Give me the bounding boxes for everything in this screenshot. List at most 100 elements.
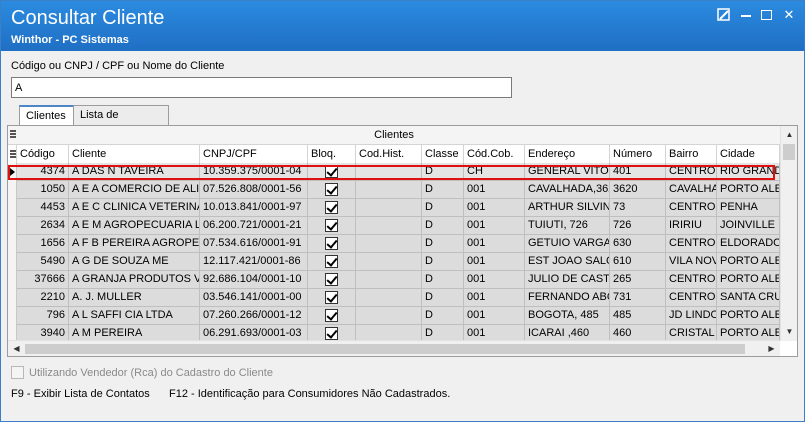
cell-bloq[interactable] [308,253,356,271]
cell-cidade[interactable]: PORTO ALEGRE [717,181,780,199]
cell-bairro[interactable]: CENTRO [666,163,717,181]
cell-cliente[interactable]: A. J. MULLER [69,289,200,307]
cell-bairro[interactable]: CENTRO [666,235,717,253]
cell-classe[interactable]: D [422,235,464,253]
scroll-down-icon[interactable]: ▼ [781,325,798,339]
cell-numero[interactable]: 610 [610,253,666,271]
edit-icon[interactable] [717,8,731,22]
cell-classe[interactable]: D [422,163,464,181]
cell-cliente[interactable]: A DAS N TAVEIRA [69,163,200,181]
cell-endereco[interactable]: ARTHUR SILVINO [525,199,610,217]
header-cod-cob[interactable]: Cód.Cob. [464,145,525,163]
cell-bairro[interactable]: CENTRO [666,199,717,217]
cell-bairro[interactable]: CENTRO [666,289,717,307]
cell-cod-cob[interactable]: 001 [464,199,525,217]
cell-numero[interactable]: 73 [610,199,666,217]
cell-cod-cob[interactable]: 001 [464,181,525,199]
cell-cod-hist[interactable] [356,217,422,235]
bloq-checkbox[interactable] [325,219,338,232]
cell-numero[interactable]: 401 [610,163,666,181]
cell-cod-cob[interactable]: 001 [464,235,525,253]
cell-cod-cob[interactable]: 001 [464,271,525,289]
cell-classe[interactable]: D [422,271,464,289]
cell-codigo[interactable]: 5490 [17,253,69,271]
cell-cliente[interactable]: A F B PEREIRA AGROPECUARIA [69,235,200,253]
cell-numero[interactable]: 630 [610,235,666,253]
bloq-checkbox[interactable] [325,291,338,304]
cell-bloq[interactable] [308,181,356,199]
cell-cliente[interactable]: A E M AGROPECUARIA LTDA [69,217,200,235]
cell-cidade[interactable]: ELDORADO DO SUL [717,235,780,253]
cell-cidade[interactable]: PORTO ALEGRE [717,307,780,325]
bloq-checkbox[interactable] [325,165,338,178]
cell-bairro[interactable]: IRIRIU [666,217,717,235]
cell-cidade[interactable]: JOINVILLE [717,217,780,235]
bloq-checkbox[interactable] [325,183,338,196]
header-endereco[interactable]: Endereço [525,145,610,163]
cell-bloq[interactable] [308,307,356,325]
cell-cnpj-cpf[interactable]: 07.526.808/0001-56 [200,181,308,199]
close-icon[interactable]: ✕ [782,8,796,22]
table-row[interactable]: 1656A F B PEREIRA AGROPECUARIA07.534.616… [8,235,780,253]
cell-codigo[interactable]: 1050 [17,181,69,199]
cell-bairro[interactable]: CENTRO [666,271,717,289]
header-cnpj-cpf[interactable]: CNPJ/CPF [200,145,308,163]
cell-endereco[interactable]: BOGOTA, 485 [525,307,610,325]
cell-bloq[interactable] [308,271,356,289]
cell-classe[interactable]: D [422,307,464,325]
header-numero[interactable]: Número [610,145,666,163]
cell-codigo[interactable]: 4374 [17,163,69,181]
cell-cod-hist[interactable] [356,253,422,271]
header-codigo[interactable]: Código [17,145,69,163]
maximize-icon[interactable] [761,10,772,20]
vertical-scrollbar[interactable]: ▲ ▼ [780,126,797,341]
cell-cnpj-cpf[interactable]: 92.686.104/0001-10 [200,271,308,289]
cell-classe[interactable]: D [422,199,464,217]
bloq-checkbox[interactable] [325,255,338,268]
cell-cidade[interactable]: PORTO ALEGRE [717,253,780,271]
cell-cnpj-cpf[interactable]: 03.546.141/0001-00 [200,289,308,307]
bloq-checkbox[interactable] [325,327,338,340]
header-cidade[interactable]: Cidade [717,145,780,163]
cell-numero[interactable]: 485 [610,307,666,325]
cell-numero[interactable]: 726 [610,217,666,235]
table-row[interactable]: 796 A L SAFFI CIA LTDA 07.260.266/0001-12 D… [8,307,780,325]
header-cod-hist[interactable]: Cod.Hist. [356,145,422,163]
search-input[interactable] [11,77,512,98]
cell-endereco[interactable]: TUIUTI, 726 [525,217,610,235]
cell-cliente[interactable]: A L SAFFI CIA LTDA [69,307,200,325]
horizontal-scrollbar[interactable]: ◀ ▶ [8,340,780,356]
cell-codigo[interactable]: 2210 [17,289,69,307]
cell-cod-cob[interactable]: 001 [464,217,525,235]
cell-cnpj-cpf[interactable]: 07.534.616/0001-91 [200,235,308,253]
cell-cidade[interactable]: RIO GRANDE [717,163,780,181]
cell-cod-hist[interactable] [356,307,422,325]
cell-cnpj-cpf[interactable]: 06.200.721/0001-21 [200,217,308,235]
cell-numero[interactable]: 731 [610,289,666,307]
cell-endereco[interactable]: JULIO DE CASTILHOS [525,271,610,289]
table-row[interactable]: 5490 A G DE SOUZA ME 12.117.421/0001-86 D 00… [8,253,780,271]
cell-cod-hist[interactable] [356,271,422,289]
cell-endereco[interactable]: EST JOAO SALOIO [525,253,610,271]
cell-cod-hist[interactable] [356,199,422,217]
cell-bloq[interactable] [308,235,356,253]
cell-cliente[interactable]: A E A COMERCIO DE ALIMENTOS [69,181,200,199]
table-row[interactable]: 4374 A DAS N TAVEIRA 10.359.375/0001-04 D CH… [8,163,780,181]
cell-codigo[interactable]: 37666 [17,271,69,289]
table-row[interactable]: 37666A GRANJA PRODUTOS VETERINARIOS92.68… [8,271,780,289]
cell-endereco[interactable]: FERNANDO ABOTT [525,289,610,307]
header-bloq[interactable]: Bloq. [308,145,356,163]
cell-cidade[interactable]: SANTA CRUZ [717,289,780,307]
cell-bairro[interactable]: JD LINDOIA [666,307,717,325]
title-bar[interactable]: Consultar Cliente Winthor - PC Sistemas … [1,1,804,51]
vertical-scroll-thumb[interactable] [783,144,795,160]
cell-cnpj-cpf[interactable]: 10.359.375/0001-04 [200,163,308,181]
header-cliente[interactable]: Cliente [69,145,200,163]
bloq-checkbox[interactable] [325,309,338,322]
cell-cod-hist[interactable] [356,289,422,307]
cell-cnpj-cpf[interactable]: 10.013.841/0001-97 [200,199,308,217]
cell-classe[interactable]: D [422,253,464,271]
cell-numero[interactable]: 265 [610,271,666,289]
header-bairro[interactable]: Bairro [666,145,717,163]
table-row[interactable]: 2210 A. J. MULLER 03.546.141/0001-00 D 001 FE… [8,289,780,307]
